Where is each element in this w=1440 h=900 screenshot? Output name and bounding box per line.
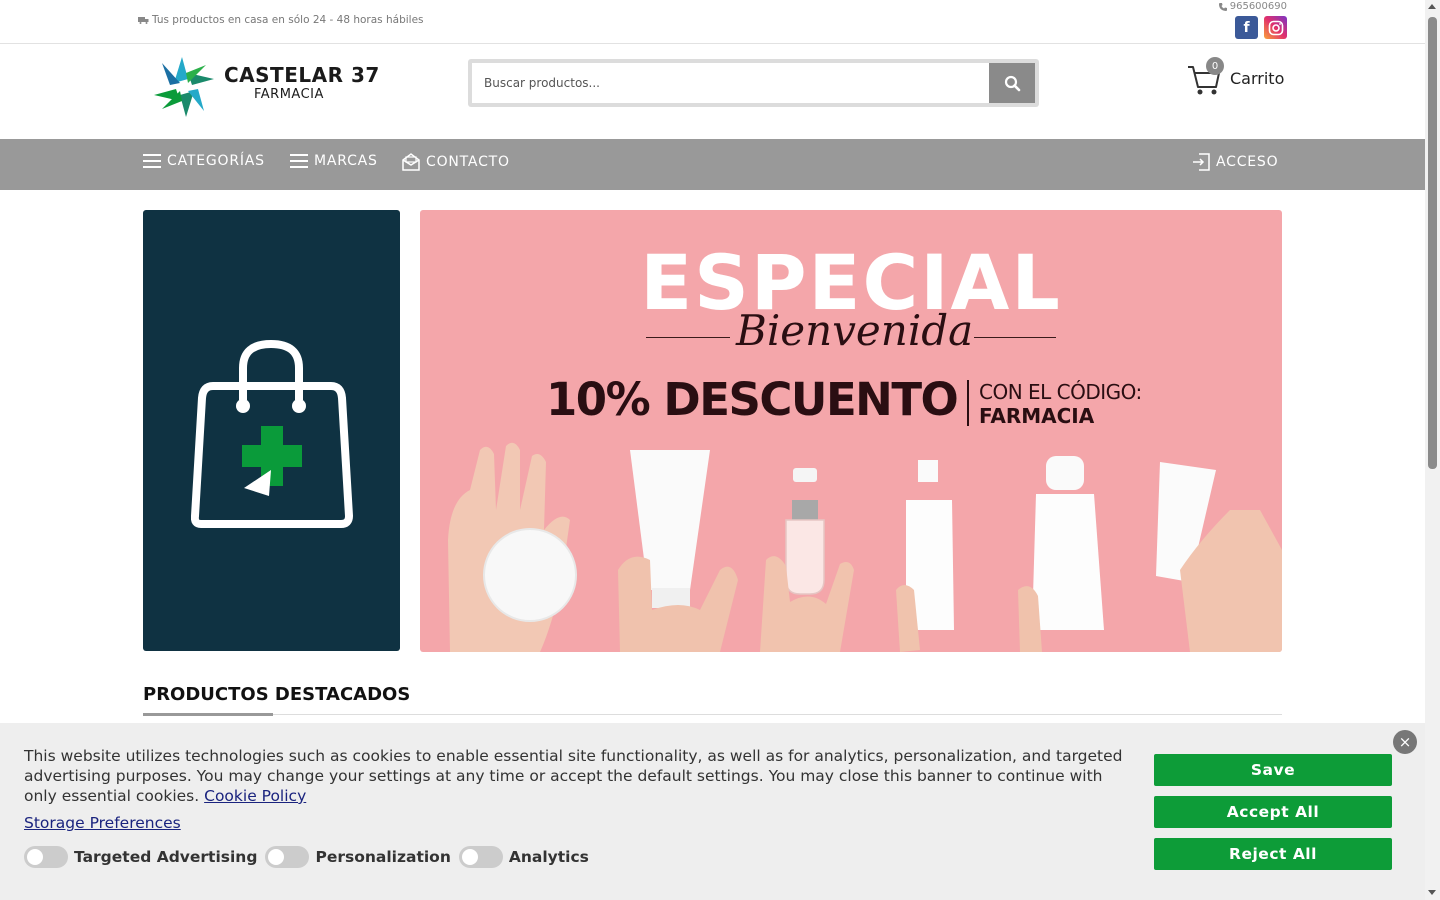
social-links: f: [1219, 16, 1287, 39]
logo-text: CASTELAR 37 FARMACIA: [224, 63, 380, 102]
toggle-targeted-advertising[interactable]: Targeted Advertising: [24, 846, 257, 868]
nav-marcas-label: MARCAS: [314, 153, 378, 169]
search-input[interactable]: [472, 63, 989, 103]
featured-products-heading: PRODUCTOS DESTACADOS: [143, 684, 411, 705]
scroll-up-arrow[interactable]: [1428, 4, 1436, 9]
contact-area: 965600690 f: [1218, 1, 1287, 39]
nav-categorias[interactable]: CATEGORÍAS: [143, 153, 265, 169]
nav-contacto[interactable]: CONTACTO: [402, 153, 510, 171]
facebook-link[interactable]: f: [1235, 16, 1258, 39]
cart-count-badge: 0: [1206, 57, 1224, 75]
toggle-label: Personalization: [315, 848, 451, 866]
toggle-personalization[interactable]: Personalization: [265, 846, 451, 868]
page: Tus productos en casa en sólo 24 - 48 ho…: [0, 0, 1440, 900]
toggle-label: Targeted Advertising: [74, 848, 258, 866]
nav-contacto-label: CONTACTO: [426, 154, 510, 170]
logo-name: CASTELAR 37: [224, 63, 380, 87]
menu-icon: [290, 154, 308, 168]
phone-icon: [1218, 2, 1227, 11]
toggle-switch[interactable]: [458, 846, 503, 868]
instagram-icon: [1268, 20, 1283, 35]
logo-subtitle: FARMACIA: [254, 87, 324, 102]
envelope-icon: [402, 153, 420, 171]
phone-number[interactable]: 965600690: [1230, 1, 1287, 12]
facebook-icon: f: [1243, 19, 1250, 36]
cookie-message: This website utilizes technologies such …: [24, 746, 1124, 806]
toggle-label: Analytics: [508, 848, 589, 866]
nav-marcas[interactable]: MARCAS: [290, 153, 378, 169]
pharmacy-bag-banner[interactable]: [143, 210, 400, 651]
featured-products-underline: [143, 713, 273, 716]
nav-categorias-label: CATEGORÍAS: [167, 153, 265, 169]
nav-acceso-label: ACCESO: [1216, 154, 1279, 170]
storage-preferences-link[interactable]: Storage Preferences: [24, 814, 181, 832]
cart-icon-wrap: 0: [1186, 57, 1224, 97]
cookie-text: This website utilizes technologies such …: [24, 747, 1123, 805]
shipping-text: Tus productos en casa en sólo 24 - 48 ho…: [152, 14, 424, 26]
search-button[interactable]: [989, 63, 1035, 103]
pharmacy-bag-icon: [191, 339, 353, 528]
search-bar: [468, 59, 1039, 107]
truck-icon: [138, 17, 149, 24]
cart-label: Carrito: [1230, 68, 1285, 88]
search-icon: [1004, 75, 1020, 91]
toggle-switch[interactable]: [24, 846, 68, 868]
header: CASTELAR 37 FARMACIA 0 Carrito: [0, 45, 1425, 139]
save-button[interactable]: Save: [1154, 754, 1392, 786]
phone-line: 965600690: [1218, 1, 1287, 12]
cosmetics-hands-illustration: [448, 442, 1282, 652]
toggle-switch[interactable]: [265, 846, 310, 868]
logo-cross-icon: [154, 57, 214, 117]
shipping-notice: Tus productos en casa en sólo 24 - 48 ho…: [138, 14, 424, 26]
instagram-link[interactable]: [1264, 16, 1287, 39]
toggle-analytics[interactable]: Analytics: [458, 846, 589, 868]
cookie-policy-link[interactable]: Cookie Policy: [204, 787, 306, 805]
cookie-toggles: Targeted Advertising Personalization Ana…: [24, 846, 597, 868]
top-bar: Tus productos en casa en sólo 24 - 48 ho…: [0, 0, 1425, 44]
accept-all-button[interactable]: Accept All: [1154, 796, 1392, 828]
reject-all-button[interactable]: Reject All: [1154, 838, 1392, 870]
scrollbar[interactable]: [1425, 0, 1440, 900]
cart-button[interactable]: 0 Carrito: [1186, 57, 1285, 97]
close-icon[interactable]: ×: [1393, 730, 1417, 754]
featured-products-divider: [143, 714, 1282, 715]
nav-acceso[interactable]: ACCESO: [1192, 153, 1278, 171]
scroll-down-arrow[interactable]: [1428, 890, 1436, 895]
promo-banner[interactable]: ESPECIAL Bienvenida 10% DESCUENTO CON EL…: [420, 210, 1282, 652]
scroll-thumb[interactable]: [1428, 17, 1437, 469]
logo[interactable]: CASTELAR 37 FARMACIA: [152, 55, 392, 119]
main-nav: CATEGORÍAS MARCAS CONTACTO ACCESO: [0, 139, 1425, 190]
menu-icon: [143, 154, 161, 168]
cookie-banner: This website utilizes technologies such …: [0, 723, 1425, 900]
login-icon: [1193, 153, 1210, 171]
